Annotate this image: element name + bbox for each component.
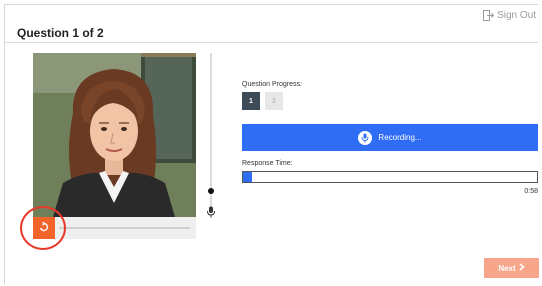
chevron-right-icon <box>519 263 525 273</box>
sign-out-link[interactable]: Sign Out <box>483 10 536 21</box>
question-progress-label: Question Progress: <box>242 81 302 88</box>
header-divider <box>4 42 538 43</box>
interviewer-video <box>33 53 196 217</box>
interviewer-avatar <box>33 53 196 217</box>
response-time-label: Response Time: <box>242 160 293 167</box>
scrubber-track[interactable] <box>59 227 190 229</box>
question-title: Question 1 of 2 <box>17 26 104 40</box>
highlight-circle <box>20 206 66 250</box>
response-time-remaining: 0:58 <box>524 188 538 195</box>
microphone-icon <box>206 205 216 223</box>
response-time-bar <box>242 171 538 183</box>
response-time-fill <box>243 172 252 182</box>
next-button[interactable]: Next <box>484 258 539 278</box>
next-label: Next <box>498 263 516 273</box>
sign-out-icon <box>483 10 495 21</box>
recording-button[interactable]: Recording... <box>242 124 538 151</box>
progress-step-1: 1 <box>242 92 260 110</box>
volume-slider-handle[interactable] <box>208 188 214 194</box>
progress-step-2: 2 <box>265 92 283 110</box>
sign-out-label: Sign Out <box>497 10 536 21</box>
recording-label: Recording... <box>378 133 422 142</box>
microphone-icon <box>358 130 373 145</box>
